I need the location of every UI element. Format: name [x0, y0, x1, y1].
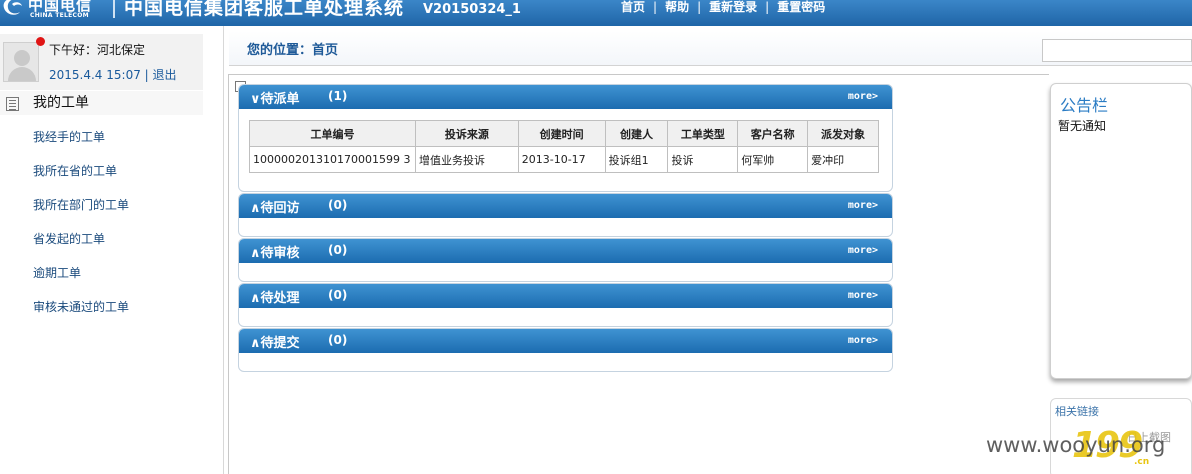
logout-link[interactable]: 退出: [153, 68, 177, 82]
system-title: 中国电信集团客服工单处理系统: [124, 0, 405, 19]
table-header-row: 工单编号 投诉来源 创建时间 创建人 工单类型 客户名称 派发对象: [249, 120, 879, 147]
nav-relogin-link[interactable]: 重新登录: [709, 0, 757, 15]
column-header-order-type[interactable]: 工单类型: [667, 120, 739, 147]
top-nav: 首页 | 帮助 | 重新登录 | 重置密码: [621, 0, 825, 15]
panel-count: (0): [328, 243, 348, 257]
column-header-source[interactable]: 投诉来源: [414, 120, 519, 147]
sidebar: 下午好：河北保定 2015.4.4 15:07 | 退出 我的工单 我经手的工单…: [0, 26, 224, 474]
system-version: V20150324_1: [423, 2, 521, 17]
cell-order-type: 投诉: [667, 146, 739, 173]
column-header-creator[interactable]: 创建人: [604, 120, 669, 147]
column-header-order-id[interactable]: 工单编号: [249, 120, 416, 147]
sidebar-item-province-initiated-orders[interactable]: 省发起的工单: [33, 230, 129, 264]
sidebar-item-handled-orders[interactable]: 我经手的工单: [33, 128, 129, 162]
cell-creator: 投诉组1: [604, 146, 669, 173]
watermark-text: www.wooyun.org: [986, 433, 1166, 457]
avatar-body-shape: [8, 67, 36, 81]
panel-count: (0): [328, 198, 348, 212]
panel-pending-review: ∧待审核 (0) more>: [238, 238, 893, 282]
nav-help-link[interactable]: 帮助: [665, 0, 689, 15]
sidebar-item-overdue-orders[interactable]: 逾期工单: [33, 264, 129, 298]
panel-header[interactable]: ∧待处理 (0) more>: [239, 284, 892, 308]
panel-header[interactable]: ∧待回访 (0) more>: [239, 194, 892, 218]
app-root: 中国电信 CHINA TELECOM 中国电信集团客服工单处理系统 V20150…: [0, 0, 1192, 474]
panel-title: ∧待提交: [250, 336, 300, 351]
orders-table: 工单编号 投诉来源 创建时间 创建人 工单类型 客户名称 派发对象 100000…: [249, 120, 879, 173]
more-link[interactable]: more>: [848, 245, 878, 256]
logo-divider: [113, 0, 115, 18]
nav-separator: |: [653, 0, 658, 14]
sidebar-item-province-orders[interactable]: 我所在省的工单: [33, 162, 129, 196]
panel-title: ∧待回访: [250, 201, 300, 216]
nav-home-link[interactable]: 首页: [621, 0, 645, 15]
cell-source: 增值业务投诉: [414, 146, 519, 173]
nav-separator: |: [697, 0, 702, 14]
panel-title: ∧待处理: [250, 291, 300, 306]
more-link[interactable]: more>: [848, 335, 878, 346]
user-panel: 下午好：河北保定 2015.4.4 15:07 | 退出: [0, 34, 203, 90]
panel-title: ∧待审核: [250, 246, 300, 261]
related-links-title[interactable]: 相关链接: [1055, 403, 1099, 419]
notice-title: 公告栏: [1060, 96, 1109, 115]
nav-separator: |: [765, 0, 770, 14]
panel-count: (0): [328, 288, 348, 302]
cell-customer: 何军帅: [737, 146, 809, 173]
breadcrumb: 您的位置：首页: [229, 31, 1192, 66]
cell-order-id[interactable]: 100000201310170001599 3: [249, 146, 416, 173]
top-header: 中国电信 CHINA TELECOM 中国电信集团客服工单处理系统 V20150…: [0, 0, 1192, 26]
login-datetime-row: 2015.4.4 15:07 | 退出: [49, 66, 177, 83]
my-orders-title: 我的工单: [33, 95, 89, 111]
panel-header[interactable]: ∨待派单 (1) more>: [239, 85, 892, 109]
more-link[interactable]: more>: [848, 200, 878, 211]
column-header-dispatch-target[interactable]: 派发对象: [807, 120, 879, 147]
china-telecom-logo: 中国电信 CHINA TELECOM: [0, 0, 110, 24]
notice-board: 公告栏 暂无通知: [1050, 83, 1192, 379]
list-icon: [6, 97, 19, 111]
online-status-icon: [36, 37, 45, 46]
panel-header[interactable]: ∧待审核 (0) more>: [239, 239, 892, 263]
user-greeting: 下午好：河北保定: [49, 43, 146, 57]
watermark-logo-sub: .cn: [1134, 457, 1150, 467]
panel-header[interactable]: ∧待提交 (0) more>: [239, 329, 892, 353]
notice-body: 暂无通知: [1058, 119, 1107, 133]
sidebar-nav-list: 我经手的工单 我所在省的工单 我所在部门的工单 省发起的工单 逾期工单 审核未通…: [33, 128, 129, 332]
panel-count: (0): [328, 333, 348, 347]
panel-pending-processing: ∧待处理 (0) more>: [238, 283, 893, 327]
table-row[interactable]: 100000201310170001599 3 增值业务投诉 2013-10-1…: [249, 146, 879, 173]
cell-dispatch-target: 爱冲印: [807, 146, 879, 173]
breadcrumb-text: 您的位置：首页: [247, 43, 339, 58]
login-datetime: 2015.4.4 15:07: [49, 68, 141, 82]
nav-reset-password-link[interactable]: 重置密码: [777, 0, 825, 15]
search-input[interactable]: [1042, 39, 1192, 62]
avatar-head-shape: [14, 50, 30, 66]
column-header-created-time[interactable]: 创建时间: [517, 120, 606, 147]
datetime-separator: |: [144, 68, 149, 82]
column-header-customer[interactable]: 客户名称: [737, 120, 809, 147]
panel-pending-dispatch: ∨待派单 (1) more> 工单编号 投诉来源 创建时间 创建人 工单类型 客…: [238, 84, 893, 192]
panel-title: ∨待派单: [250, 92, 300, 107]
panel-count: (1): [328, 89, 348, 103]
sidebar-item-department-orders[interactable]: 我所在部门的工单: [33, 196, 129, 230]
panel-pending-submission: ∧待提交 (0) more>: [238, 328, 893, 372]
panel-pending-revisit: ∧待回访 (0) more>: [238, 193, 893, 237]
sidebar-item-rejected-orders[interactable]: 审核未通过的工单: [33, 298, 129, 332]
my-orders-header[interactable]: 我的工单: [0, 91, 203, 115]
avatar: [3, 42, 39, 82]
cell-created-time: 2013-10-17: [517, 146, 606, 173]
more-link[interactable]: more>: [848, 91, 878, 102]
more-link[interactable]: more>: [848, 290, 878, 301]
logo-en-text: CHINA TELECOM: [30, 12, 89, 19]
china-telecom-logo-icon: [3, 0, 22, 15]
